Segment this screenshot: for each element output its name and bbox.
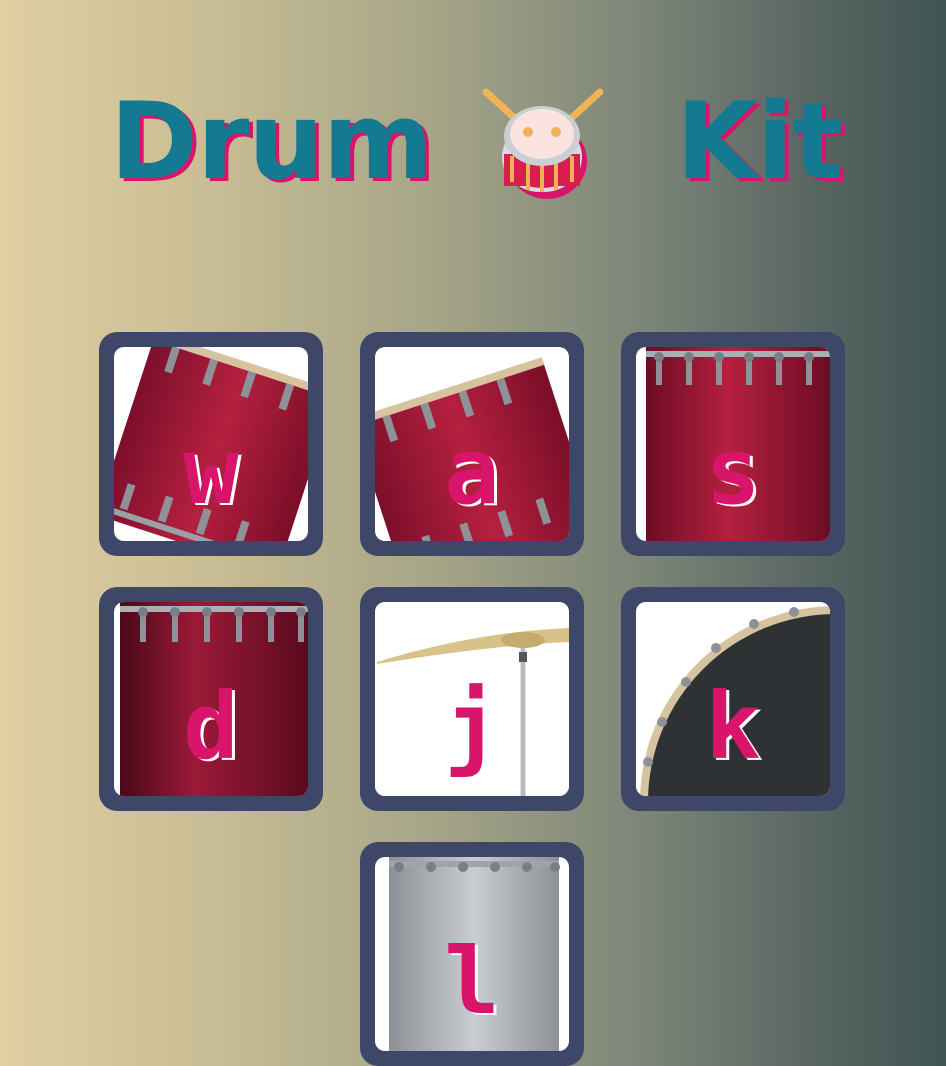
drum-icon: [482, 88, 604, 199]
pad-key-label: a: [444, 418, 500, 525]
pad-key-label: k: [705, 673, 761, 780]
pad-key-label: d: [183, 673, 239, 780]
pad-key-label: l: [444, 928, 500, 1035]
page-title: Drum Kit: [0, 78, 946, 208]
drum-pad-a[interactable]: a: [360, 332, 584, 556]
drum-pad-d[interactable]: d: [99, 587, 323, 811]
pad-key-label: j: [444, 673, 500, 780]
title-word-drum: Drum: [110, 80, 433, 203]
pad-key-label: w: [183, 418, 239, 525]
pad-key-label: s: [705, 418, 761, 525]
drum-pad-l[interactable]: l: [360, 842, 584, 1066]
drum-pad-s[interactable]: s: [621, 332, 845, 556]
title-word-kit: Kit: [676, 80, 843, 203]
drum-pad-j[interactable]: j: [360, 587, 584, 811]
drum-pad-k[interactable]: k: [621, 587, 845, 811]
drum-pad-w[interactable]: w: [99, 332, 323, 556]
